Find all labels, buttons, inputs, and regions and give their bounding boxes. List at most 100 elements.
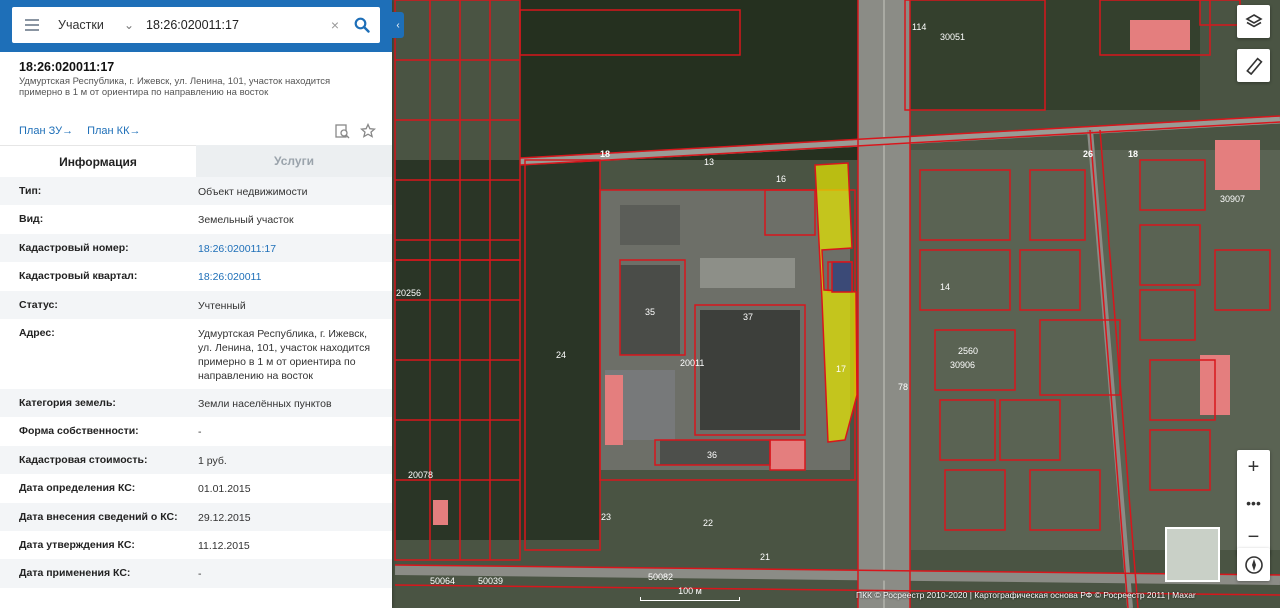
zoom-controls: + ••• −: [1237, 450, 1270, 555]
map-label-parcel-24: 24: [556, 350, 566, 360]
map-label-parcel-16: 16: [776, 174, 786, 184]
map-label-block-20078: 20078: [408, 470, 433, 480]
map-label-parcel-23: 23: [601, 512, 611, 522]
info-row: Дата определения КС: 01.01.2015: [0, 474, 392, 503]
map-label-parcel-37: 37: [743, 312, 753, 322]
map-label-parcel-78: 78: [898, 382, 908, 392]
map-label-block-30051: 30051: [940, 32, 965, 42]
map-label-parcel-13: 13: [704, 157, 714, 167]
info-value: Объект недвижимости: [198, 186, 308, 198]
map-label-block-30906: 30906: [950, 360, 975, 370]
info-label: Вид:: [19, 213, 44, 226]
zoom-in-button[interactable]: +: [1237, 450, 1270, 485]
collapse-panel-button[interactable]: ‹: [392, 12, 404, 38]
map-label-road-18-east: 18: [1128, 149, 1138, 159]
info-label: Адрес:: [19, 326, 55, 339]
search-bar: Участки ⌄ ×: [0, 0, 392, 52]
info-value: Земельный участок: [198, 214, 294, 227]
compass-icon: [1244, 555, 1263, 574]
map-label-parcel-22: 22: [703, 518, 713, 528]
map-label-parcel-14: 14: [940, 282, 950, 292]
info-label: Категория земель:: [19, 396, 116, 409]
info-label: Кадастровый номер:: [19, 241, 129, 254]
info-label: Кадастровый квартал:: [19, 270, 138, 283]
measure-button[interactable]: [1237, 49, 1270, 82]
search-box: Участки ⌄ ×: [12, 7, 380, 43]
info-value: Учтенный: [198, 299, 246, 312]
search-icon: [354, 17, 370, 33]
map-label-parcel-21: 21: [760, 552, 770, 562]
clear-icon[interactable]: ×: [326, 17, 344, 33]
layers-icon: [1244, 13, 1263, 27]
info-row: Форма собственности: -: [0, 417, 392, 446]
info-value[interactable]: 18:26:020011:17: [198, 234, 380, 262]
map-label-block-20011: 20011: [680, 358, 704, 368]
hamburger-icon: [25, 19, 39, 21]
map-label-parcel-35: 35: [645, 307, 655, 317]
map-label-block-30907: 30907: [1220, 194, 1245, 204]
plan-links: План ЗУ→ План КК→: [0, 117, 392, 145]
info-row: Дата внесения сведений о КС: 29.12.2015: [0, 502, 392, 531]
info-row: Дата применения КС: -: [0, 559, 392, 588]
info-label: Дата внесения сведений о КС:: [19, 510, 178, 523]
map-label-block-20256: 20256: [396, 288, 421, 298]
info-value: Удмуртская Республика, г. Ижевск, ул. Ле…: [198, 327, 371, 382]
info-row: Кадастровый номер: 18:26:020011:17: [0, 233, 392, 263]
info-value: 29.12.2015: [198, 511, 251, 524]
info-value: 01.01.2015: [198, 483, 251, 496]
info-value[interactable]: 18:26:020011: [198, 262, 380, 290]
layers-button[interactable]: [1237, 5, 1270, 38]
info-value: 11.12.2015: [198, 539, 250, 552]
info-value: 1 руб.: [198, 454, 227, 467]
info-row: Тип: Объект недвижимости: [0, 177, 392, 206]
basemap-switcher[interactable]: [1165, 527, 1220, 582]
plan-kk-link[interactable]: План КК→: [87, 125, 140, 137]
map-label-block-50082: 50082: [648, 572, 673, 582]
ruler-icon: [1245, 56, 1263, 75]
map-attribution: ПКК © Росреестр 2010-2020 | Картографиче…: [856, 590, 1196, 600]
info-label: Дата применения КС:: [19, 567, 131, 580]
map-label-block-50064: 50064: [430, 576, 455, 586]
info-label: Кадастровая стоимость:: [19, 453, 148, 466]
tab-info[interactable]: Информация: [0, 145, 196, 177]
info-label: Статус:: [19, 298, 58, 311]
info-value: Земли населённых пунктов: [198, 397, 332, 410]
document-search-icon[interactable]: [334, 123, 350, 139]
info-row: Дата утверждения КС: 11.12.2015: [0, 530, 392, 560]
info-row: Статус: Учтенный: [0, 290, 392, 319]
compass-button[interactable]: [1237, 548, 1270, 581]
info-row: Кадастровая стоимость: 1 руб.: [0, 445, 392, 475]
chevron-down-icon: ⌄: [123, 18, 134, 32]
info-label: Тип:: [19, 185, 42, 197]
menu-button[interactable]: [12, 7, 52, 43]
map-label-parcel-2560: 2560: [958, 346, 978, 356]
search-input[interactable]: [142, 7, 326, 43]
search-type-label: Участки: [58, 18, 104, 32]
info-row: Категория земель: Земли населённых пункто…: [0, 388, 392, 418]
info-label: Форма собственности:: [19, 425, 139, 438]
more-button[interactable]: •••: [1237, 485, 1270, 520]
info-row: Адрес: Удмуртская Республика, г. Ижевск, …: [0, 318, 392, 389]
parcel-address: Удмуртская Республика, г. Ижевск, ул. Ле…: [19, 76, 331, 98]
map-label-road-26: 26: [1083, 149, 1093, 159]
search-button[interactable]: [344, 7, 380, 43]
scale-bar: 100 м: [640, 586, 740, 601]
map-label-block-50039: 50039: [478, 576, 503, 586]
info-label: Дата определения КС:: [19, 482, 136, 495]
map-label-parcel-36: 36: [707, 450, 717, 460]
info-value: -: [198, 426, 202, 439]
info-table: Тип: Объект недвижимости Вид: Земельный уча…: [0, 177, 392, 588]
search-type-select[interactable]: Участки ⌄: [52, 7, 142, 43]
map-label-parcel-17: 17: [836, 364, 846, 374]
star-icon[interactable]: [360, 123, 376, 139]
parcel-title: 18:26:020011:17: [19, 60, 115, 74]
panel-tabs: Информация Услуги: [0, 145, 392, 177]
tab-services[interactable]: Услуги: [196, 145, 392, 177]
plan-zu-link[interactable]: План ЗУ→: [19, 125, 73, 137]
info-value: -: [198, 568, 202, 581]
info-row: Вид: Земельный участок: [0, 205, 392, 234]
map-label-parcel-114: 114: [912, 22, 926, 32]
scale-label: 100 м: [678, 586, 702, 596]
map-label-road-18: 18: [600, 149, 610, 159]
info-label: Дата утверждения КС:: [19, 538, 135, 551]
